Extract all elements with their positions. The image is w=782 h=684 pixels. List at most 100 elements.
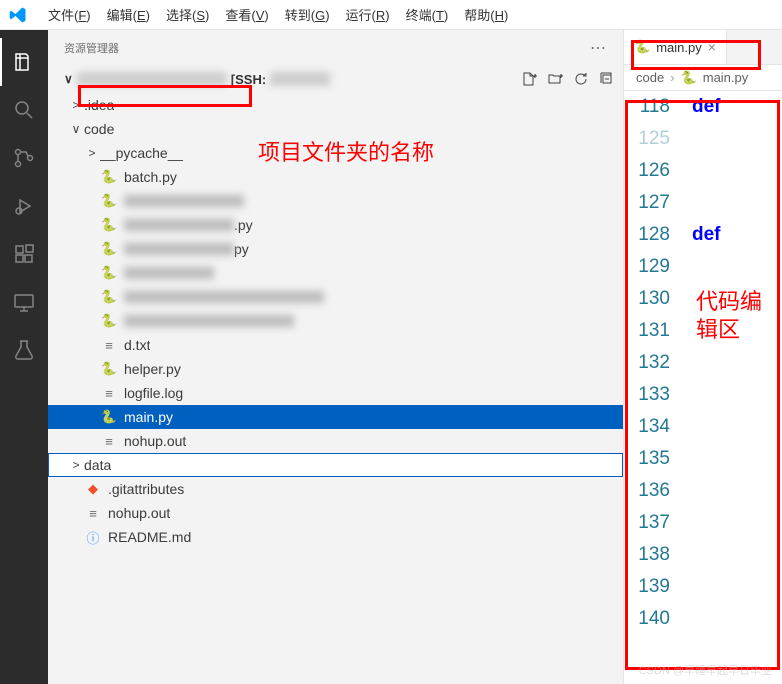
code-line[interactable]: def (692, 219, 782, 251)
code-line[interactable] (692, 539, 782, 571)
watermark: CSDN @早睡早起早日毕业 (639, 662, 772, 678)
python-file-icon: 🐍 (100, 216, 118, 234)
python-file-icon: 🐍 (100, 192, 118, 210)
tree-row[interactable]: 🐍batch.py (48, 165, 623, 189)
python-file-icon: 🐍 (100, 312, 118, 330)
menu-item[interactable]: 运行(R) (338, 5, 398, 24)
code-line[interactable] (692, 347, 782, 379)
file-label: py (234, 241, 249, 257)
tree-row[interactable]: 🐍py (48, 237, 623, 261)
file-label: code (84, 121, 114, 137)
tree-row[interactable]: ∨code (48, 117, 623, 141)
text-file-icon: ≡ (84, 504, 102, 522)
code-line[interactable] (692, 123, 782, 155)
tree-row[interactable]: >data (48, 453, 623, 477)
line-number: 138 (624, 539, 670, 571)
editor-tabs: 🐍 main.py × (624, 30, 782, 65)
code-line[interactable] (692, 283, 782, 315)
breadcrumb-part[interactable]: main.py (703, 70, 749, 85)
editor-tab-main-py[interactable]: 🐍 main.py × (624, 30, 727, 64)
file-label: .py (234, 217, 253, 233)
breadcrumb-part[interactable]: code (636, 70, 664, 85)
line-number: 118 (624, 91, 670, 123)
code-line[interactable] (692, 187, 782, 219)
menu-item[interactable]: 终端(T) (398, 5, 457, 24)
tree-row[interactable]: 🐍 .py (48, 213, 623, 237)
tree-row[interactable]: 🐍main.py (48, 405, 623, 429)
refresh-icon[interactable] (573, 71, 589, 87)
workspace-name-blurred (77, 72, 227, 86)
code-line[interactable] (692, 411, 782, 443)
activity-debug-icon[interactable] (0, 182, 48, 230)
sidebar-header: 资源管理器 ⋯ (48, 30, 623, 65)
close-tab-icon[interactable]: × (708, 39, 716, 55)
file-label-blurred (124, 291, 324, 303)
file-label: __pycache__ (100, 145, 183, 161)
code-content[interactable]: def def (680, 91, 782, 684)
code-line[interactable] (692, 315, 782, 347)
code-line[interactable] (692, 603, 782, 635)
tree-row[interactable]: >__pycache__ (48, 141, 623, 165)
text-file-icon: ≡ (100, 384, 118, 402)
sidebar-more-icon[interactable]: ⋯ (590, 38, 607, 58)
file-label: README.md (108, 529, 191, 545)
tree-row[interactable]: ≡nohup.out (48, 429, 623, 453)
python-file-icon: 🐍 (100, 168, 118, 186)
chevron-right-icon: › (670, 70, 674, 85)
tree-row[interactable]: 🐍 (48, 285, 623, 309)
tree-row[interactable]: 🐍helper.py (48, 357, 623, 381)
menu-item[interactable]: 帮助(H) (456, 5, 516, 24)
menu-item[interactable]: 选择(S) (158, 5, 217, 24)
workspace-header[interactable]: ∨ [SSH: (48, 65, 623, 93)
code-line[interactable] (692, 379, 782, 411)
activity-source-control-icon[interactable] (0, 134, 48, 182)
git-file-icon: ◆ (84, 480, 102, 498)
collapse-all-icon[interactable] (599, 71, 615, 87)
explorer-sidebar: 资源管理器 ⋯ ∨ [SSH: >.idea∨code>__pycache__🐍… (48, 30, 623, 684)
tree-row[interactable]: >.idea (48, 93, 623, 117)
tree-row[interactable]: ⓘREADME.md (48, 525, 623, 549)
new-file-icon[interactable] (521, 71, 537, 87)
code-line[interactable] (692, 155, 782, 187)
tree-row[interactable]: ◆ .gitattributes (48, 477, 623, 501)
file-label: data (84, 457, 111, 473)
code-line[interactable] (692, 251, 782, 283)
menu-item[interactable]: 文件(F) (40, 5, 99, 24)
tree-row[interactable]: 🐍 (48, 261, 623, 285)
line-number: 136 (624, 475, 670, 507)
tree-row[interactable]: ≡logfile.log (48, 381, 623, 405)
menu-item[interactable]: 转到(G) (277, 5, 338, 24)
python-file-icon: 🐍 (634, 39, 650, 55)
activity-explorer-icon[interactable] (0, 38, 48, 86)
file-label-blurred (124, 219, 234, 231)
tree-row[interactable]: 🐍 (48, 309, 623, 333)
code-editor[interactable]: 1181251261271281291301311321331341351361… (624, 91, 782, 684)
python-file-icon: 🐍 (100, 408, 118, 426)
line-number: 135 (624, 443, 670, 475)
tab-label: main.py (656, 40, 702, 55)
file-label-blurred (124, 243, 234, 255)
breadcrumb[interactable]: code › 🐍 main.py (624, 65, 782, 91)
code-line[interactable]: def (692, 91, 782, 123)
line-number: 129 (624, 251, 670, 283)
python-file-icon: 🐍 (100, 288, 118, 306)
line-number: 137 (624, 507, 670, 539)
line-number: 127 (624, 187, 670, 219)
code-line[interactable] (692, 571, 782, 603)
menu-item[interactable]: 查看(V) (217, 5, 276, 24)
menu-item[interactable]: 编辑(E) (99, 5, 158, 24)
tree-row[interactable]: 🐍 (48, 189, 623, 213)
code-line[interactable] (692, 507, 782, 539)
file-label: .gitattributes (108, 481, 184, 497)
line-number-gutter: 1181251261271281291301311321331341351361… (624, 91, 680, 684)
code-line[interactable] (692, 443, 782, 475)
activity-extensions-icon[interactable] (0, 230, 48, 278)
new-folder-icon[interactable] (547, 71, 563, 87)
code-line[interactable] (692, 475, 782, 507)
activity-remote-icon[interactable] (0, 278, 48, 326)
line-number: 125 (624, 123, 670, 155)
tree-row[interactable]: ≡d.txt (48, 333, 623, 357)
tree-row[interactable]: ≡nohup.out (48, 501, 623, 525)
activity-testing-icon[interactable] (0, 326, 48, 374)
activity-search-icon[interactable] (0, 86, 48, 134)
